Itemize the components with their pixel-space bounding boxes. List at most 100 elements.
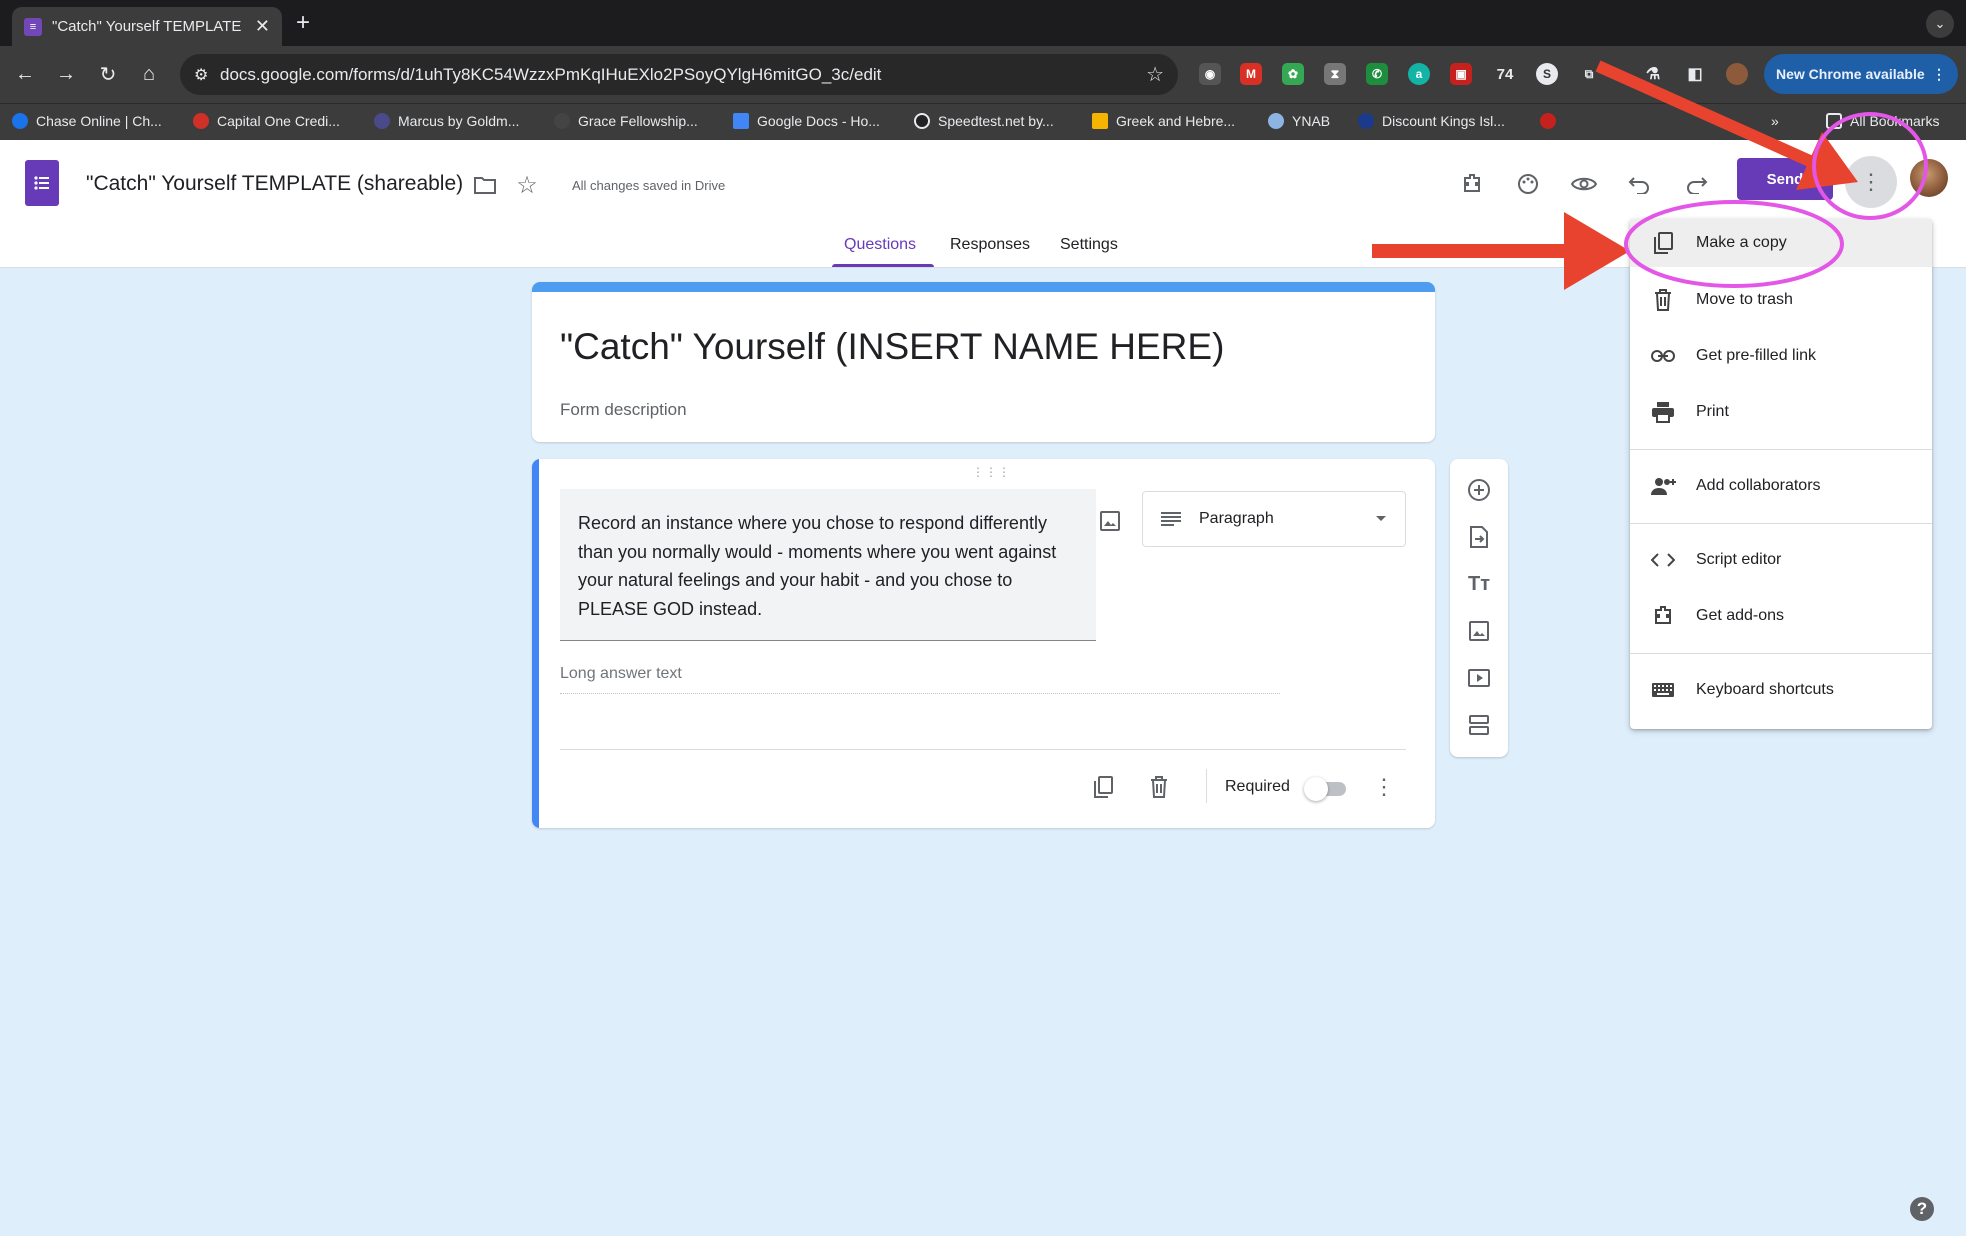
add-image-icon[interactable] — [1092, 503, 1128, 539]
tab-questions[interactable]: Questions — [844, 236, 916, 254]
menu-item-label: Keyboard shortcuts — [1696, 681, 1834, 698]
extension-owl-icon[interactable]: ◉ — [1199, 63, 1221, 85]
profile-avatar[interactable] — [1726, 63, 1748, 85]
help-icon[interactable]: ? — [1910, 1197, 1934, 1221]
form-title-card[interactable]: "Catch" Yourself (INSERT NAME HERE) Form… — [532, 282, 1435, 442]
back-icon[interactable]: ← — [10, 59, 40, 89]
bookmark-label: Google Docs - Ho... — [757, 113, 880, 129]
bookmark-item[interactable]: Marcus by Goldm... — [374, 113, 519, 129]
send-button[interactable]: Send — [1737, 158, 1833, 200]
customize-theme-palette-icon[interactable] — [1508, 164, 1548, 204]
bookmark-item[interactable]: Chase Online | Ch... — [12, 113, 162, 129]
more-bookmarks-icon[interactable]: » — [1771, 113, 1779, 129]
menu-item-label: Move to trash — [1696, 291, 1793, 308]
bookmark-favicon-icon — [193, 113, 209, 129]
side-panel-icon[interactable]: ◧ — [1684, 63, 1706, 85]
extension-s-icon[interactable]: S — [1536, 63, 1558, 85]
duplicate-question-icon[interactable] — [1087, 771, 1119, 803]
chrome-update-button[interactable]: New Chrome available ⋮ — [1764, 54, 1958, 94]
bookmark-item[interactable]: YNAB — [1268, 113, 1330, 129]
bookmark-item[interactable]: Speedtest.net by... — [914, 113, 1054, 129]
bookmark-favicon-icon — [733, 113, 749, 129]
bookmark-label: Grace Fellowship... — [578, 113, 698, 129]
bookmark-label: Capital One Credi... — [217, 113, 340, 129]
redo-icon[interactable] — [1676, 164, 1716, 204]
chrome-menu-icon[interactable]: ⋮ — [1932, 66, 1946, 83]
extension-honey-icon[interactable]: ⧗ — [1324, 63, 1346, 85]
bookmarks-bar: Chase Online | Ch... Capital One Credi..… — [0, 103, 1966, 140]
extension-a-icon[interactable]: a — [1408, 63, 1430, 85]
question-type-dropdown[interactable]: Paragraph — [1142, 491, 1406, 547]
bookmark-item[interactable]: Grace Fellowship... — [554, 113, 698, 129]
form-description-field[interactable]: Form description — [560, 400, 687, 420]
import-questions-icon[interactable] — [1464, 522, 1494, 552]
question-text-field[interactable]: Record an instance where you chose to re… — [560, 489, 1096, 641]
undo-icon[interactable] — [1620, 164, 1660, 204]
menu-item-make-copy[interactable]: Make a copy — [1630, 219, 1932, 267]
bookmark-favicon-icon — [1540, 113, 1556, 129]
star-icon[interactable]: ☆ — [514, 172, 540, 199]
extension-leaf-icon[interactable]: ✿ — [1282, 63, 1304, 85]
menu-item-label: Script editor — [1696, 551, 1782, 568]
add-video-icon[interactable] — [1464, 663, 1494, 693]
document-title[interactable]: "Catch" Yourself TEMPLATE (shareable) — [86, 172, 463, 196]
question-card[interactable]: ⋮⋮⋮ Record an instance where you chose t… — [532, 459, 1435, 828]
extensions-puzzle-icon[interactable]: ⧉ — [1578, 63, 1600, 85]
reload-icon[interactable]: ↻ — [93, 59, 123, 89]
menu-item-label: Add collaborators — [1696, 477, 1821, 494]
chrome-update-label: New Chrome available — [1776, 66, 1925, 82]
bookmark-item[interactable]: Greek and Hebre... — [1092, 113, 1235, 129]
required-toggle[interactable] — [1304, 777, 1348, 801]
menu-item-script-editor[interactable]: Script editor — [1630, 536, 1932, 584]
move-to-folder-icon[interactable] — [472, 172, 498, 198]
home-icon[interactable]: ⌂ — [134, 59, 164, 89]
add-ons-puzzle-icon[interactable] — [1452, 164, 1492, 204]
extension-gmail-icon[interactable]: M — [1240, 63, 1262, 85]
all-bookmarks[interactable]: All Bookmarks — [1826, 113, 1939, 129]
menu-item-keyboard-shortcuts[interactable]: Keyboard shortcuts — [1630, 666, 1932, 714]
forward-icon[interactable]: → — [51, 59, 81, 89]
form-title[interactable]: "Catch" Yourself (INSERT NAME HERE) — [560, 326, 1224, 368]
bookmark-star-icon[interactable]: ☆ — [1146, 62, 1164, 87]
bookmark-item[interactable]: Google Docs - Ho... — [733, 113, 880, 129]
add-title-description-icon[interactable]: Tт — [1464, 569, 1494, 599]
menu-item-add-collaborators[interactable]: Add collaborators — [1630, 462, 1932, 510]
bookmark-label: Discount Kings Isl... — [1382, 113, 1505, 129]
address-bar[interactable]: ⚙ docs.google.com/forms/d/1uhTy8KC54Wzzx… — [180, 54, 1178, 95]
menu-item-get-add-ons[interactable]: Get add-ons — [1630, 592, 1932, 640]
site-settings-icon[interactable]: ⚙ — [194, 65, 220, 85]
bookmark-item[interactable] — [1540, 113, 1564, 129]
delete-question-icon[interactable] — [1143, 771, 1175, 803]
labs-flask-icon[interactable]: ⚗ — [1642, 63, 1664, 85]
tab-settings[interactable]: Settings — [1060, 236, 1118, 254]
question-side-toolbar: Tт — [1450, 459, 1508, 757]
menu-item-print[interactable]: Print — [1630, 388, 1932, 436]
add-section-icon[interactable] — [1464, 710, 1494, 740]
extension-red-icon[interactable]: ▣ — [1450, 63, 1472, 85]
browser-tab[interactable]: ≡ "Catch" Yourself TEMPLATE ✕ — [12, 7, 282, 46]
tab-search-icon[interactable]: ⌄ — [1926, 10, 1954, 38]
drag-handle-icon[interactable]: ⋮⋮⋮ — [972, 465, 1011, 479]
close-tab-icon[interactable]: ✕ — [255, 16, 270, 37]
account-avatar[interactable] — [1910, 159, 1948, 197]
bookmark-item[interactable]: Capital One Credi... — [193, 113, 340, 129]
add-question-icon[interactable] — [1464, 475, 1494, 505]
keyboard-icon — [1650, 677, 1676, 703]
menu-item-prefilled-link[interactable]: Get pre-filled link — [1630, 332, 1932, 380]
print-icon — [1650, 399, 1676, 425]
add-image-icon[interactable] — [1464, 616, 1494, 646]
new-tab-icon[interactable]: + — [296, 9, 310, 37]
bookmark-item[interactable]: Discount Kings Isl... — [1358, 113, 1505, 129]
extension-phone-icon[interactable]: ✆ — [1366, 63, 1388, 85]
menu-item-move-to-trash[interactable]: Move to trash — [1630, 276, 1932, 324]
more-options-icon[interactable]: ⋮ — [1845, 156, 1897, 208]
preview-eye-icon[interactable] — [1564, 164, 1604, 204]
bookmark-label: Chase Online | Ch... — [36, 113, 162, 129]
bookmark-favicon-icon — [1092, 113, 1108, 129]
tab-responses[interactable]: Responses — [950, 236, 1030, 254]
extension-badge-count[interactable]: 74 — [1490, 63, 1520, 85]
trash-icon — [1650, 287, 1676, 313]
question-more-options-icon[interactable]: ⋮ — [1368, 771, 1400, 803]
folder-icon — [1826, 113, 1842, 129]
google-forms-logo-icon[interactable] — [25, 160, 59, 206]
